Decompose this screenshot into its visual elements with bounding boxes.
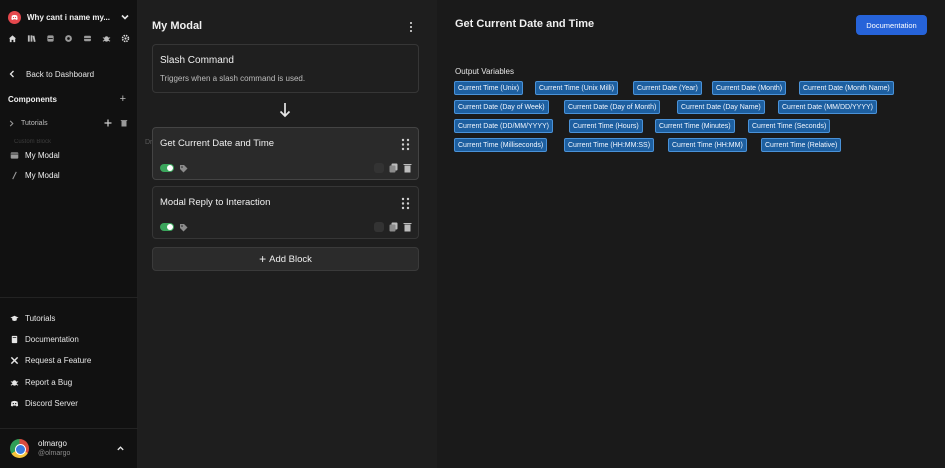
trash-icon[interactable] — [120, 119, 128, 127]
copy-icon[interactable] — [389, 222, 398, 232]
variable-chip[interactable]: Current Time (HH:MM) — [668, 138, 747, 152]
tutorials-folder-label: Tutorials — [21, 119, 48, 127]
variable-chip[interactable]: Current Time (Relative) — [761, 138, 842, 152]
footer-link-label: Discord Server — [25, 398, 78, 408]
sidebar: Why cant i name my... Back to Dashboard … — [0, 0, 138, 468]
trash-icon[interactable] — [403, 163, 412, 173]
footer-link-label: Report a Bug — [25, 377, 73, 387]
tag-icon[interactable] — [179, 164, 188, 173]
block-title: Modal Reply to Interaction — [160, 197, 271, 208]
gear-icon[interactable] — [121, 34, 130, 43]
footer-link-report-bug[interactable]: Report a Bug — [9, 376, 72, 388]
back-link-label: Back to Dashboard — [26, 69, 95, 79]
variable-chip[interactable]: Current Date (Month) — [712, 81, 787, 95]
bug-icon[interactable] — [102, 34, 111, 43]
variable-chip[interactable]: Current Date (MM/DD/YYYY) — [778, 100, 878, 114]
components-header: Components + — [8, 93, 126, 105]
kebab-icon[interactable] — [407, 21, 415, 33]
checkbox-icon[interactable] — [374, 163, 384, 173]
variable-chip[interactable]: Current Time (Milliseconds) — [454, 138, 548, 152]
server-selector[interactable]: Why cant i name my... — [8, 9, 130, 25]
sidebar-item-my-modal-command[interactable]: My Modal — [9, 169, 60, 181]
page-title: My Modal — [152, 20, 203, 32]
chevron-up-icon[interactable] — [116, 444, 125, 453]
discord-icon — [9, 398, 19, 408]
variable-chip[interactable]: Current Time (Hours) — [569, 119, 643, 133]
variable-chip[interactable]: Current Time (Minutes) — [655, 119, 735, 133]
trigger-title: Slash Command — [160, 55, 234, 66]
variable-chip[interactable]: Current Time (Unix Milli) — [535, 81, 619, 95]
variable-chip[interactable]: Current Date (Day Name) — [677, 100, 765, 114]
user-handle: @olmargo — [38, 450, 71, 457]
globe-icon[interactable] — [64, 34, 73, 43]
block-card-modal-reply[interactable]: Modal Reply to Interaction — [152, 186, 419, 239]
discord-icon — [8, 10, 21, 24]
modal-icon — [9, 150, 19, 160]
chevron-right-icon — [9, 120, 14, 126]
copy-icon[interactable] — [389, 163, 398, 173]
variable-chip[interactable]: Current Date (Month Name) — [799, 81, 894, 95]
panel-title: Get Current Date and Time — [455, 18, 595, 30]
variable-chip[interactable]: Current Date (Day of Week) — [454, 100, 549, 114]
sidebar-divider — [0, 297, 138, 298]
grip-icon[interactable] — [401, 197, 410, 210]
chevron-left-icon — [9, 70, 14, 78]
bug-report-icon — [9, 377, 19, 387]
library-icon[interactable] — [27, 34, 36, 43]
checkbox-icon[interactable] — [374, 222, 384, 232]
block-controls — [160, 221, 412, 233]
tutorials-folder[interactable]: Tutorials — [8, 117, 128, 129]
add-block-button[interactable]: + Add Block — [152, 247, 419, 271]
plus-icon: + — [259, 252, 267, 266]
user-bar[interactable]: olmargo @olmargo — [0, 428, 138, 468]
user-name: olmargo — [38, 439, 67, 448]
variable-chip[interactable]: Current Time (HH:MM:SS) — [564, 138, 655, 152]
variable-chip[interactable]: Current Date (DD/MM/YYYY) — [454, 119, 554, 133]
trigger-card[interactable]: Slash Command Triggers when a slash comm… — [152, 44, 419, 93]
block-card-get-date-time[interactable]: Get Current Date and Time — [152, 127, 419, 180]
enabled-toggle[interactable] — [160, 164, 174, 172]
chevron-down-icon[interactable] — [120, 12, 130, 22]
back-to-dashboard-link[interactable]: Back to Dashboard — [8, 67, 94, 81]
output-variables-label: Output Variables — [455, 67, 514, 76]
custom-block-ghost-row: Custom Block — [14, 139, 52, 145]
footer-link-tutorials[interactable]: Tutorials — [9, 312, 55, 324]
grip-icon[interactable] — [401, 138, 410, 151]
variable-chip[interactable]: Current Time (Unix) — [454, 81, 524, 95]
footer-link-request-feature[interactable]: Request a Feature — [9, 354, 91, 366]
slash-icon — [9, 170, 19, 180]
footer-link-discord[interactable]: Discord Server — [9, 397, 78, 409]
avatar — [10, 439, 29, 458]
footer-link-label: Tutorials — [25, 313, 56, 323]
arrow-down-icon — [279, 103, 291, 118]
add-component-plus-icon[interactable]: + — [120, 93, 126, 105]
graduation-cap-icon — [9, 313, 19, 323]
block-title: Get Current Date and Time — [160, 138, 275, 149]
variable-chip[interactable]: Current Date (Year) — [633, 81, 702, 95]
components-heading: Components — [8, 94, 57, 104]
sidebar-icon-row — [8, 32, 130, 44]
sidebar-item-label: My Modal — [25, 150, 60, 160]
home-icon[interactable] — [8, 34, 17, 43]
tools-icon — [9, 355, 19, 365]
server-name: Why cant i name my... — [27, 12, 110, 22]
documentation-button[interactable]: Documentation — [856, 15, 927, 35]
footer-link-documentation[interactable]: Documentation — [9, 333, 79, 345]
database-icon[interactable] — [46, 34, 55, 43]
trigger-description: Triggers when a slash command is used. — [160, 74, 306, 83]
add-block-label: Add Block — [269, 253, 312, 265]
trash-icon[interactable] — [403, 222, 412, 232]
footer-link-label: Documentation — [25, 334, 79, 344]
variable-chip[interactable]: Current Date (Day of Month) — [564, 100, 661, 114]
server-icon[interactable] — [83, 34, 92, 43]
sidebar-item-my-modal[interactable]: My Modal — [9, 149, 60, 161]
tag-icon[interactable] — [179, 223, 188, 232]
book-icon — [9, 334, 19, 344]
block-controls — [160, 162, 412, 174]
footer-link-label: Request a Feature — [25, 355, 92, 365]
sidebar-item-label: My Modal — [25, 170, 60, 180]
plus-icon[interactable] — [104, 119, 112, 127]
variable-chip[interactable]: Current Time (Seconds) — [748, 119, 831, 133]
enabled-toggle[interactable] — [160, 223, 174, 231]
